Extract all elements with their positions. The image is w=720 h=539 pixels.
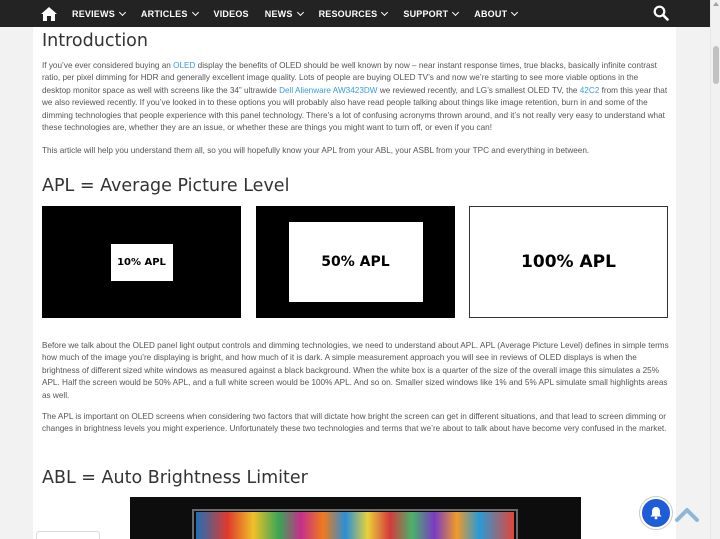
apl-100-label: 100% APL [521,252,616,272]
nav-label: ABOUT [474,8,508,19]
chevron-down-icon [118,8,126,16]
nav-label: RESOURCES [318,8,378,19]
nav-label: NEWS [264,8,293,19]
back-to-top-button[interactable] [675,504,699,524]
top-navigation: REVIEWS ARTICLES VIDEOS NEWS RESOURCES S… [0,0,710,27]
nav-item-reviews[interactable]: REVIEWS [64,0,133,27]
text-run: If you’ve ever considered buying an [42,61,174,70]
nav-item-support[interactable]: SUPPORT [395,0,466,27]
heading-abl: ABL = Auto Brightness Limiter [42,468,308,488]
nav-label: VIDEOS [213,8,249,19]
apl-50-label: 50% APL [288,222,423,302]
chevron-up-icon [675,508,699,522]
nav-item-news[interactable]: NEWS [257,0,311,27]
intro-paragraph-2: This article will help you understand th… [42,146,590,155]
apl-paragraph-2: The APL is important on OLED screens whe… [42,412,667,434]
page-scrollbar[interactable] [710,0,720,539]
nav-label: REVIEWS [72,8,115,19]
scrollbar-thumb[interactable] [713,46,719,84]
link-dell-alienware[interactable]: Dell Alienware AW3423DW [279,86,377,95]
chevron-down-icon [191,8,199,16]
apl-paragraph-1: Before we talk about the OLED panel ligh… [42,341,669,400]
apl-10-image: 10% APL [42,206,241,318]
intro-paragraph-1: If you’ve ever considered buying an OLED… [42,60,669,134]
oled-tv-image [130,497,581,539]
tv-screen-colorful-artwork [196,512,514,539]
notification-bell-button[interactable] [640,497,672,529]
home-icon[interactable] [34,0,64,27]
nav-item-about[interactable]: ABOUT [466,0,525,27]
chevron-down-icon [511,8,519,16]
apl-10-label: 10% APL [110,243,173,281]
bell-icon [650,507,662,520]
link-42c2[interactable]: 42C2 [580,86,600,95]
article-panel: Introduction If you’ve ever considered b… [33,27,676,539]
scroll-up-arrow-icon[interactable] [713,2,719,6]
nav-item-videos[interactable]: VIDEOS [206,0,257,27]
chevron-down-icon [296,8,304,16]
nav-item-resources[interactable]: RESOURCES [311,0,396,27]
nav-item-articles[interactable]: ARTICLES [133,0,206,27]
nav-label: SUPPORT [403,8,449,19]
cookie-tab[interactable] [36,531,100,539]
apl-50-image: 50% APL [256,206,455,318]
heading-introduction: Introduction [42,31,148,51]
chevron-down-icon [452,8,460,16]
apl-100-image: 100% APL [469,206,668,318]
search-icon[interactable] [653,5,669,21]
nav-label: ARTICLES [140,8,188,19]
chevron-down-icon [381,8,389,16]
text-run: we reviewed recently, and LG’s smallest … [377,85,580,95]
heading-apl: APL = Average Picture Level [42,176,290,196]
link-oled[interactable]: OLED [173,61,195,70]
